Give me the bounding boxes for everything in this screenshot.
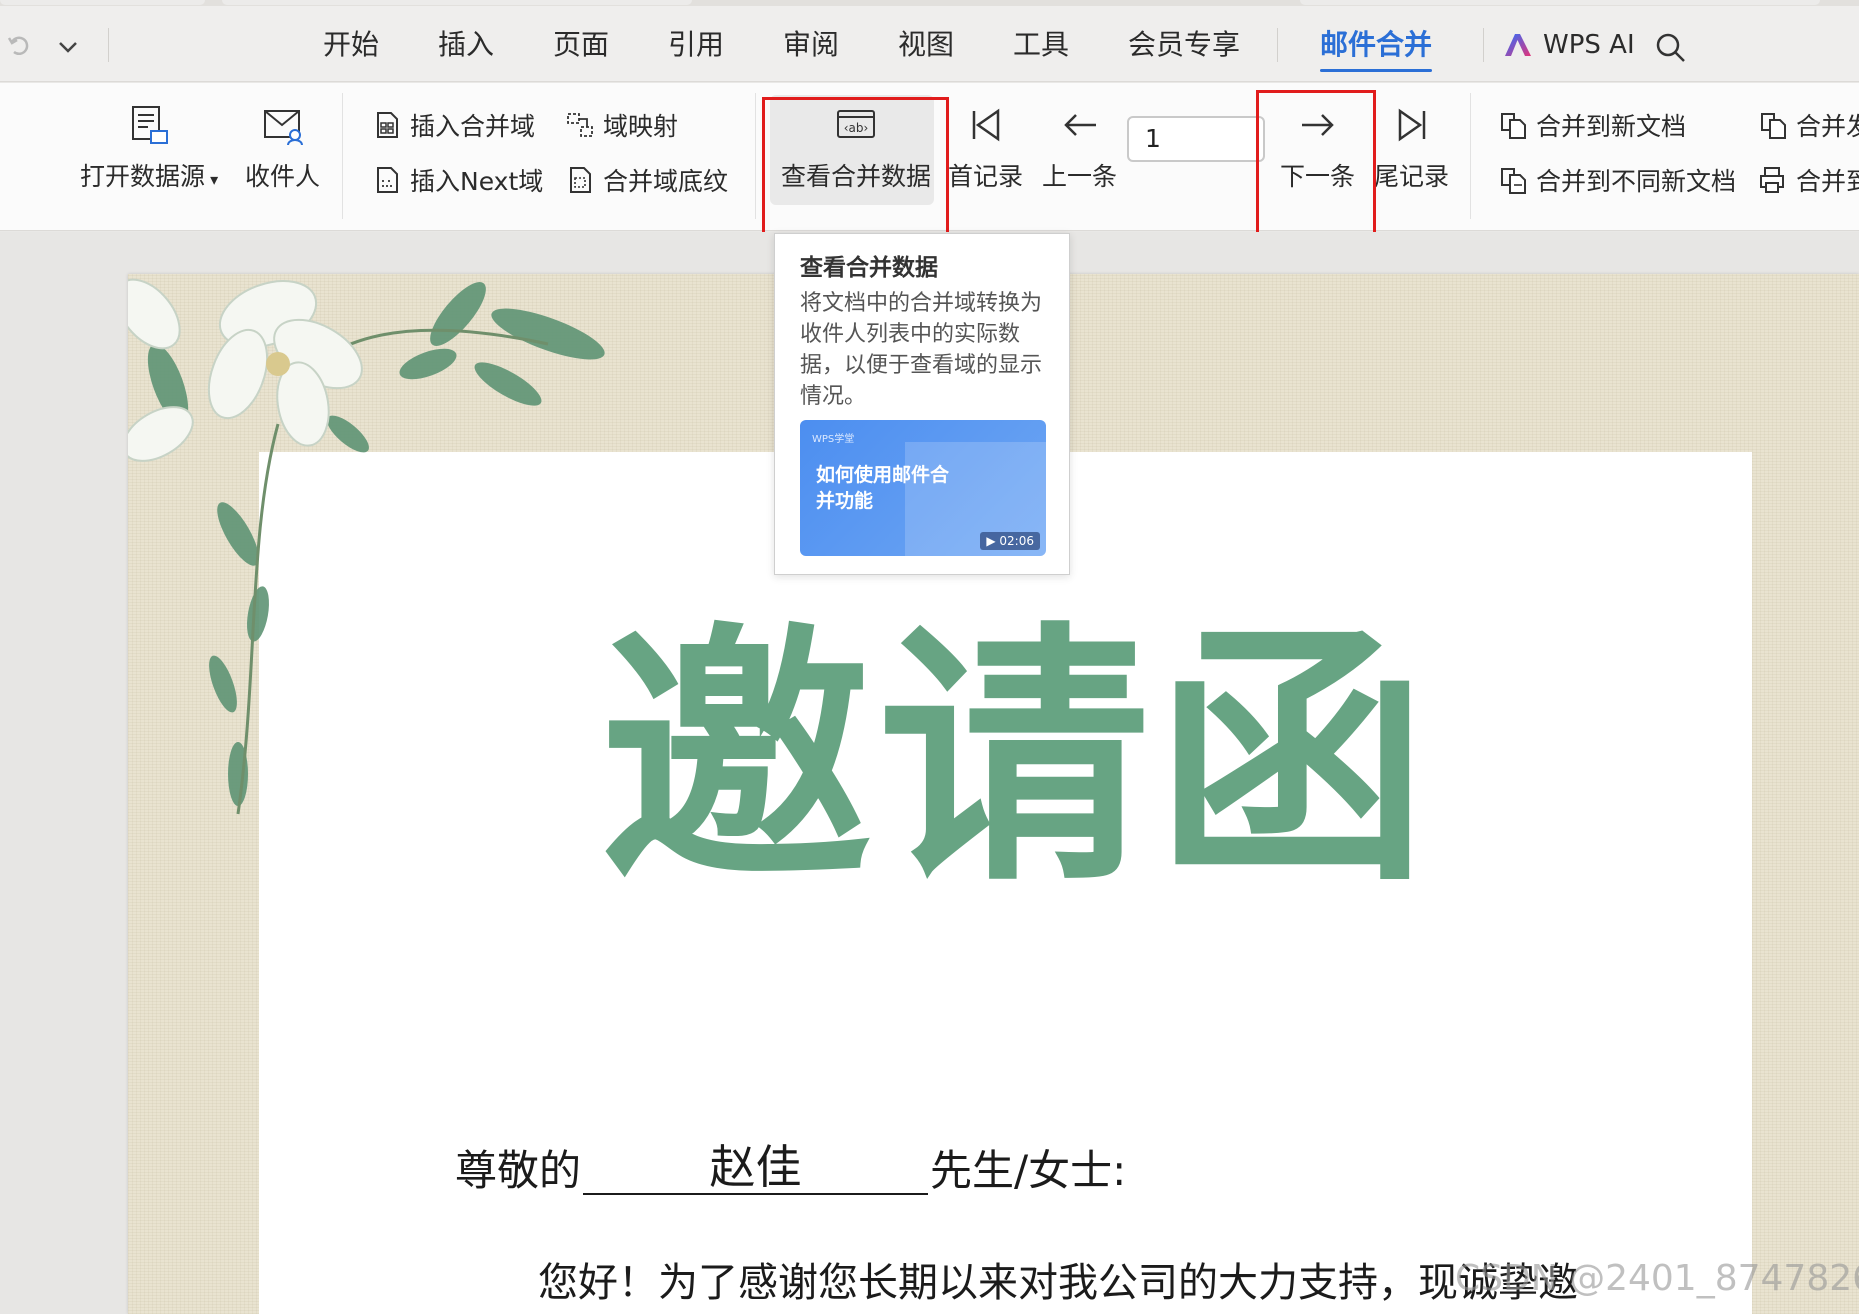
- merge-send-label: 合并发: [1796, 112, 1859, 141]
- greeting-suffix: 先生/女士:: [930, 1146, 1127, 1195]
- watermark-text: CSDN @2401_87478263: [1455, 1258, 1859, 1299]
- insert-field-icon: [377, 112, 398, 138]
- insert-next-label: 插入Next域: [410, 167, 544, 196]
- tutorial-video-thumbnail[interactable]: WPS学堂 如何使用邮件合并功能 ▶ 02:06: [800, 420, 1046, 556]
- view-merged-data-tooltip: 查看合并数据 将文档中的合并域转换为收件人列表中的实际数据，以便于查看域的显示情…: [774, 233, 1070, 575]
- merge-new-doc-icon: [1501, 113, 1526, 139]
- divider: [1470, 93, 1471, 219]
- open-datasource-button[interactable]: 打开数据源 ▾: [80, 103, 218, 193]
- tab-tools[interactable]: 工具: [1013, 26, 1069, 64]
- wps-ai-label: WPS AI: [1543, 30, 1635, 60]
- recipient-name-field[interactable]: 赵佳: [583, 1139, 929, 1195]
- first-record-icon: [972, 108, 999, 142]
- merge-to-new-doc-button[interactable]: 合并到新文档: [1498, 108, 1686, 142]
- merge-send-icon: [1761, 113, 1786, 139]
- merge-field-shading-label: 合并域底纹: [603, 167, 729, 196]
- divider: [1277, 28, 1278, 62]
- floral-decoration: [128, 278, 605, 815]
- merge-to-new-doc-label: 合并到新文档: [1536, 112, 1687, 141]
- tooltip-description: 将文档中的合并域转换为收件人列表中的实际数据，以便于查看域的显示情况。: [800, 291, 1043, 409]
- tab-page[interactable]: 页面: [553, 26, 609, 64]
- wps-ai-icon: [1505, 34, 1531, 56]
- divider: [108, 28, 109, 62]
- divider: [755, 93, 756, 219]
- highlight-next-record: [1256, 90, 1376, 251]
- last-record-button[interactable]: 尾记录: [1374, 103, 1449, 193]
- last-record-icon: [1398, 108, 1425, 142]
- tab-member[interactable]: 会员专享: [1128, 26, 1240, 64]
- field-shading-icon: [570, 167, 591, 193]
- merge-diff-docs-icon: [1501, 168, 1526, 194]
- record-number-input[interactable]: 1: [1127, 116, 1265, 162]
- divider: [1483, 28, 1484, 62]
- window-tab[interactable]: [222, 0, 692, 5]
- redo-icon[interactable]: [6, 32, 34, 60]
- first-record-label: 首记录: [948, 162, 1024, 191]
- insert-merge-field-button[interactable]: 插入合并域: [372, 108, 535, 142]
- field-mapping-icon: [567, 113, 593, 137]
- body-paragraph: 您好！为了感谢您长期以来对我公司的大力支持，现诚挚邀: [538, 1260, 1578, 1306]
- merge-to-different-docs-label: 合并到不同新文档: [1536, 167, 1737, 196]
- tab-insert[interactable]: 插入: [438, 26, 494, 64]
- open-datasource-label: 打开数据源: [80, 162, 206, 191]
- recipients-button[interactable]: 收件人: [245, 103, 320, 193]
- greeting-line: 尊敬的 赵佳 先生/女士:: [455, 1140, 1127, 1199]
- insert-merge-field-label: 插入合并域: [410, 112, 536, 141]
- highlight-view-merged-data: [762, 97, 949, 239]
- tab-references[interactable]: 引用: [668, 26, 724, 64]
- tab-start[interactable]: 开始: [323, 26, 379, 64]
- field-mapping-label: 域映射: [603, 112, 679, 141]
- tab-review[interactable]: 审阅: [783, 26, 839, 64]
- merge-to-printer-button[interactable]: 合并到: [1758, 163, 1859, 197]
- arrow-left-icon: [1063, 114, 1096, 136]
- search-icon[interactable]: [1655, 32, 1687, 64]
- tab-view[interactable]: 视图: [898, 26, 954, 64]
- recipients-icon: [263, 110, 303, 146]
- merge-print-icon: [1760, 167, 1784, 193]
- merge-send-button[interactable]: 合并发: [1758, 108, 1859, 142]
- tab-mail-merge[interactable]: 邮件合并: [1320, 26, 1433, 72]
- window-tab[interactable]: [1300, 0, 1820, 5]
- video-duration-text: 02:06: [999, 534, 1034, 548]
- merge-to-printer-label: 合并到: [1796, 167, 1859, 196]
- window-tab[interactable]: [0, 0, 205, 5]
- play-icon: ▶: [986, 534, 1000, 548]
- prev-record-label: 上一条: [1042, 162, 1118, 191]
- merge-field-shading-button[interactable]: 合并域底纹: [565, 163, 728, 197]
- datasource-icon: [132, 106, 169, 144]
- video-title: 如何使用邮件合并功能: [816, 464, 950, 512]
- merge-to-different-docs-button[interactable]: 合并到不同新文档: [1498, 163, 1736, 197]
- wps-ai-button[interactable]: WPS AI: [1503, 26, 1635, 64]
- field-mapping-button[interactable]: 域映射: [565, 108, 678, 142]
- document-title: 邀请函: [600, 602, 1434, 918]
- tooltip-title: 查看合并数据: [800, 255, 938, 281]
- video-brand: WPS学堂: [812, 434, 855, 445]
- video-duration: ▶ 02:06: [980, 532, 1040, 550]
- dropdown-arrow-icon[interactable]: ▾: [205, 170, 218, 189]
- greeting-prefix: 尊敬的: [455, 1146, 582, 1195]
- insert-next-icon: [377, 167, 398, 193]
- chevron-down-icon[interactable]: [54, 34, 82, 60]
- first-record-button[interactable]: 首记录: [948, 103, 1023, 193]
- prev-record-button[interactable]: 上一条: [1042, 103, 1117, 193]
- divider: [342, 93, 343, 219]
- last-record-label: 尾记录: [1374, 162, 1450, 191]
- insert-next-field-button[interactable]: 插入Next域: [372, 163, 543, 197]
- menu-bar: 开始 插入 页面 引用 审阅 视图 工具 会员专享 邮件合并 WPS AI: [0, 6, 1859, 82]
- recipients-label: 收件人: [245, 162, 321, 191]
